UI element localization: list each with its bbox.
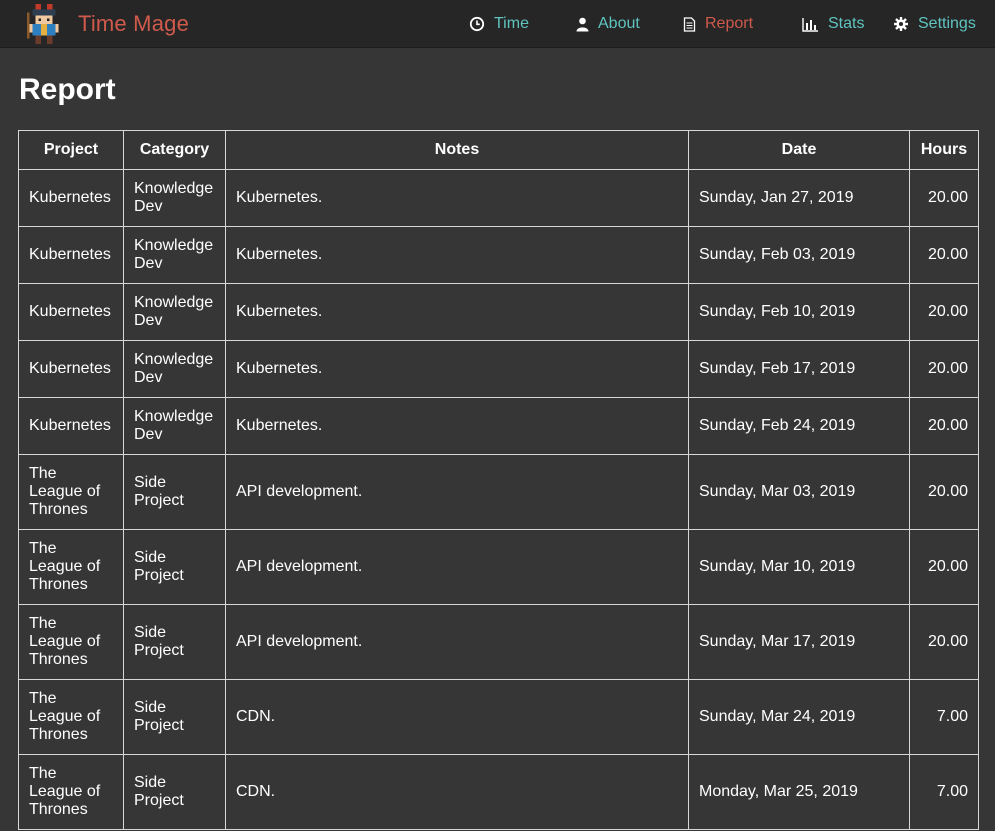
cell-notes: CDN. bbox=[225, 679, 689, 755]
nav-settings[interactable]: Settings bbox=[893, 0, 976, 48]
cell-notes: CDN. bbox=[225, 754, 689, 830]
cell-project: Kubernetes bbox=[18, 340, 124, 398]
cell-notes: API development. bbox=[225, 604, 689, 680]
cell-category: Knowledge Dev bbox=[123, 340, 226, 398]
cell-notes: Kubernetes. bbox=[225, 226, 689, 284]
cell-category: Knowledge Dev bbox=[123, 283, 226, 341]
cell-hours: 20.00 bbox=[909, 340, 979, 398]
cell-date: Sunday, Jan 27, 2019 bbox=[688, 169, 910, 227]
cell-date: Sunday, Feb 24, 2019 bbox=[688, 397, 910, 455]
cell-hours: 20.00 bbox=[909, 529, 979, 605]
nav-about-label: About bbox=[598, 15, 640, 32]
cell-date: Sunday, Feb 10, 2019 bbox=[688, 283, 910, 341]
header-date[interactable]: Date bbox=[688, 130, 910, 170]
cell-project: Kubernetes bbox=[18, 226, 124, 284]
table-row[interactable]: Kubernetes Knowledge Dev Kubernetes. Sun… bbox=[18, 226, 979, 284]
cell-hours: 20.00 bbox=[909, 397, 979, 455]
table-row[interactable]: The League of Thrones Side Project CDN. … bbox=[18, 679, 979, 755]
cell-date: Sunday, Mar 24, 2019 bbox=[688, 679, 910, 755]
cell-category: Side Project bbox=[123, 529, 226, 605]
report-table: Project Category Notes Date Hours Kubern… bbox=[18, 130, 979, 830]
nav-stats-label: Stats bbox=[828, 15, 865, 32]
cell-hours: 20.00 bbox=[909, 283, 979, 341]
cell-project: The League of Thrones bbox=[18, 454, 124, 530]
navbar: Time Mage Time About Report Stats Settin… bbox=[0, 0, 995, 48]
cell-project: Kubernetes bbox=[18, 283, 124, 341]
app-title: Time Mage bbox=[78, 11, 190, 36]
cell-category: Knowledge Dev bbox=[123, 397, 226, 455]
cell-notes: API development. bbox=[225, 529, 689, 605]
header-category[interactable]: Category bbox=[123, 130, 226, 170]
pixel-mage-icon bbox=[26, 4, 59, 44]
nav-about[interactable]: About bbox=[576, 0, 640, 48]
cell-notes: Kubernetes. bbox=[225, 169, 689, 227]
nav-time[interactable]: Time bbox=[469, 0, 529, 48]
nav-stats[interactable]: Stats bbox=[802, 0, 864, 48]
table-row[interactable]: The League of Thrones Side Project API d… bbox=[18, 454, 979, 530]
cell-project: The League of Thrones bbox=[18, 754, 124, 830]
document-icon bbox=[683, 16, 696, 32]
table-row[interactable]: The League of Thrones Side Project CDN. … bbox=[18, 754, 979, 830]
page-title: Report bbox=[19, 73, 116, 106]
brand[interactable]: Time Mage bbox=[26, 4, 189, 44]
user-icon bbox=[576, 17, 589, 31]
cell-hours: 20.00 bbox=[909, 169, 979, 227]
cell-hours: 7.00 bbox=[909, 679, 979, 755]
cell-category: Side Project bbox=[123, 679, 226, 755]
table-row[interactable]: The League of Thrones Side Project API d… bbox=[18, 529, 979, 605]
cell-hours: 20.00 bbox=[909, 604, 979, 680]
cell-project: Kubernetes bbox=[18, 169, 124, 227]
header-project[interactable]: Project bbox=[18, 130, 124, 170]
cell-notes: Kubernetes. bbox=[225, 397, 689, 455]
gear-icon bbox=[894, 17, 908, 31]
cell-project: The League of Thrones bbox=[18, 679, 124, 755]
cell-date: Sunday, Feb 03, 2019 bbox=[688, 226, 910, 284]
cell-project: Kubernetes bbox=[18, 397, 124, 455]
table-row[interactable]: Kubernetes Knowledge Dev Kubernetes. Sun… bbox=[18, 283, 979, 341]
nav-time-label: Time bbox=[494, 15, 529, 32]
nav-settings-label: Settings bbox=[918, 15, 976, 32]
cell-category: Knowledge Dev bbox=[123, 226, 226, 284]
cell-hours: 20.00 bbox=[909, 454, 979, 530]
table-row[interactable]: Kubernetes Knowledge Dev Kubernetes. Sun… bbox=[18, 169, 979, 227]
cell-notes: Kubernetes. bbox=[225, 340, 689, 398]
cell-date: Sunday, Mar 10, 2019 bbox=[688, 529, 910, 605]
cell-notes: Kubernetes. bbox=[225, 283, 689, 341]
header-notes[interactable]: Notes bbox=[225, 130, 689, 170]
cell-category: Knowledge Dev bbox=[123, 169, 226, 227]
cell-date: Sunday, Mar 03, 2019 bbox=[688, 454, 910, 530]
table-row[interactable]: Kubernetes Knowledge Dev Kubernetes. Sun… bbox=[18, 397, 979, 455]
clock-icon bbox=[469, 16, 485, 32]
table-header-row: Project Category Notes Date Hours bbox=[18, 130, 979, 170]
cell-hours: 7.00 bbox=[909, 754, 979, 830]
cell-project: The League of Thrones bbox=[18, 604, 124, 680]
table-row[interactable]: The League of Thrones Side Project API d… bbox=[18, 604, 979, 680]
header-hours[interactable]: Hours bbox=[909, 130, 979, 170]
table-row[interactable]: Kubernetes Knowledge Dev Kubernetes. Sun… bbox=[18, 340, 979, 398]
cell-date: Sunday, Mar 17, 2019 bbox=[688, 604, 910, 680]
cell-category: Side Project bbox=[123, 604, 226, 680]
bar-chart-icon bbox=[802, 17, 818, 32]
cell-date: Monday, Mar 25, 2019 bbox=[688, 754, 910, 830]
cell-hours: 20.00 bbox=[909, 226, 979, 284]
cell-notes: API development. bbox=[225, 454, 689, 530]
cell-project: The League of Thrones bbox=[18, 529, 124, 605]
cell-category: Side Project bbox=[123, 454, 226, 530]
cell-category: Side Project bbox=[123, 754, 226, 830]
nav-report[interactable]: Report bbox=[683, 0, 753, 48]
nav-report-label: Report bbox=[705, 15, 754, 32]
cell-date: Sunday, Feb 17, 2019 bbox=[688, 340, 910, 398]
